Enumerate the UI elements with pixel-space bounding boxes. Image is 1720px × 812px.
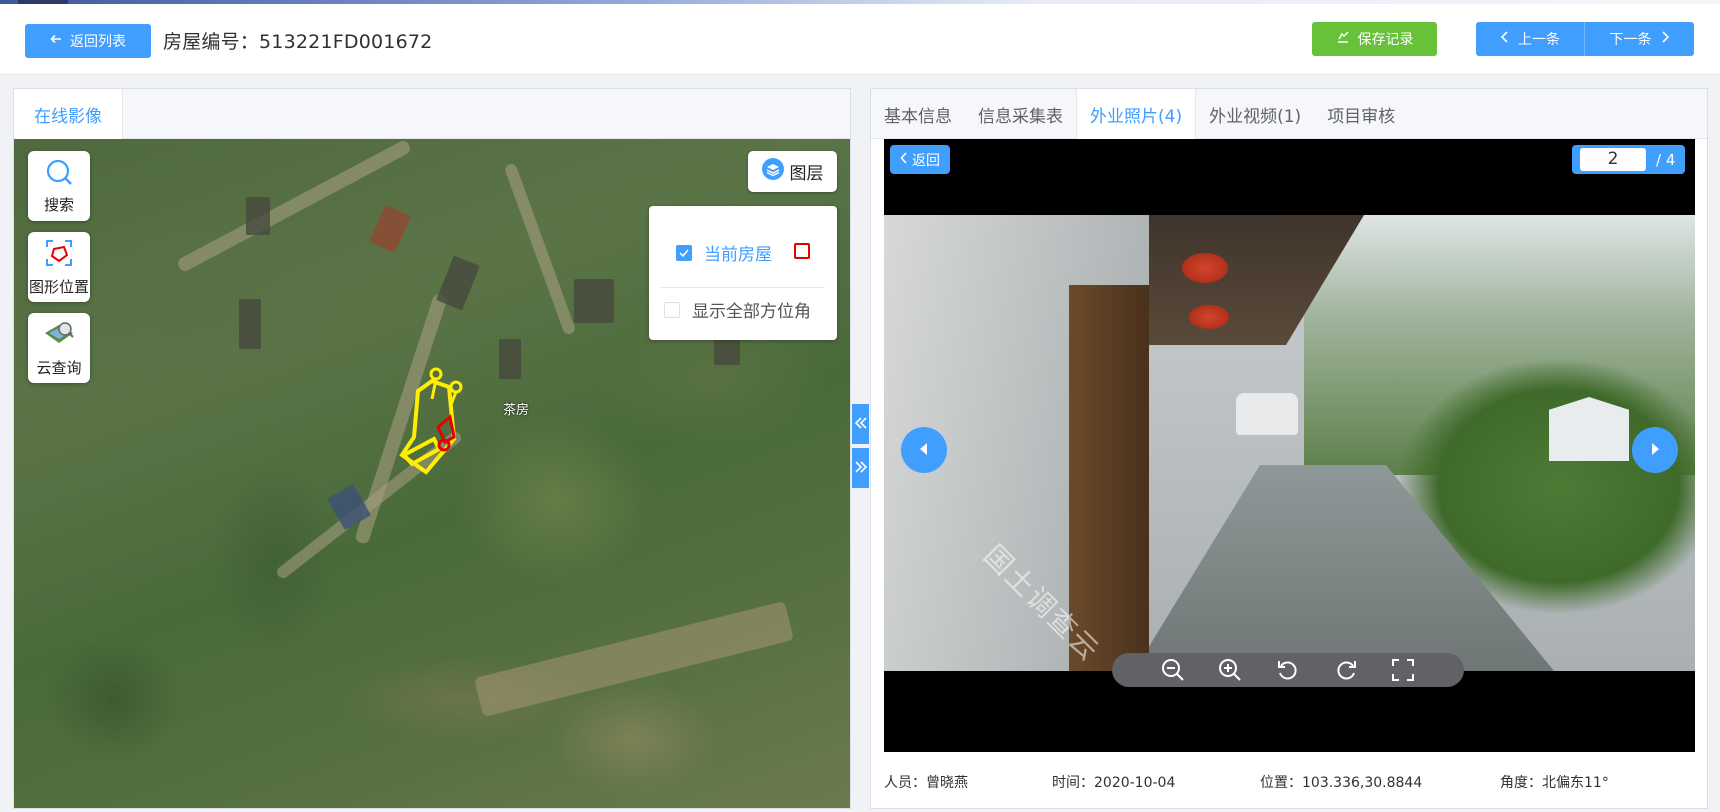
- next-photo-button[interactable]: [1632, 427, 1678, 473]
- chevron-left-icon: [1500, 31, 1510, 47]
- collapse-right-button[interactable]: [852, 448, 869, 488]
- zoom-out-icon[interactable]: [1160, 657, 1186, 683]
- page-title: 房屋编号：513221FD001672: [163, 27, 432, 54]
- chevron-right-icon: [1660, 31, 1670, 47]
- house-number-label: 房屋编号：: [163, 31, 260, 53]
- photo-time: 时间：2020-10-04: [1052, 775, 1176, 791]
- top-gradient-bar: [0, 0, 1720, 4]
- shape-location-tool-button[interactable]: 图形位置: [28, 232, 90, 302]
- next-record-label: 下一条: [1609, 32, 1652, 48]
- current-house-legend-swatch: [794, 243, 810, 259]
- image-toolbar: [1112, 653, 1464, 687]
- save-record-button[interactable]: 保存记录: [1312, 22, 1437, 56]
- shape-location-label: 图形位置: [28, 277, 89, 296]
- prev-record-button[interactable]: 上一条: [1476, 22, 1585, 56]
- tab-field-videos[interactable]: 外业视频(1): [1196, 89, 1314, 139]
- map-place-label: 茶房: [503, 403, 530, 418]
- detail-panel: 基本信息 信息采集表 外业照片(4) 外业视频(1) 项目审核 返回 2 / 4: [870, 88, 1708, 809]
- show-all-orientation-label: 显示全部方位角: [692, 302, 811, 322]
- photo-house: [1549, 397, 1629, 461]
- show-all-orientation-checkbox[interactable]: [664, 301, 680, 318]
- layers-icon: [761, 158, 784, 185]
- viewer-back-button[interactable]: 返回: [890, 145, 950, 174]
- arrow-left-icon: [50, 33, 62, 49]
- double-chevron-left-icon: [854, 415, 867, 434]
- layer-divider: [661, 287, 825, 288]
- tab-online-imagery[interactable]: 在线影像: [14, 89, 123, 139]
- layer-show-all-row[interactable]: 显示全部方位角: [664, 297, 811, 322]
- search-icon: [45, 158, 73, 190]
- caret-left-icon: [918, 441, 930, 460]
- current-house-label: 当前房屋: [704, 245, 772, 265]
- search-tool-button[interactable]: 搜索: [28, 151, 90, 221]
- chevron-left-icon: [900, 151, 908, 168]
- save-icon: [1336, 30, 1350, 48]
- photo-location: 位置：103.336,30.8844: [1260, 775, 1423, 791]
- photo-angle: 角度：北偏东11°: [1500, 775, 1609, 791]
- rotate-right-icon[interactable]: [1333, 657, 1359, 683]
- collapse-left-button[interactable]: [852, 404, 869, 444]
- prev-record-label: 上一条: [1518, 32, 1560, 48]
- back-to-list-button[interactable]: 返回列表: [25, 24, 151, 58]
- layer-current-house-row[interactable]: 当前房屋: [676, 240, 772, 265]
- tab-basic-info[interactable]: 基本信息: [871, 89, 965, 139]
- next-record-button[interactable]: 下一条: [1585, 22, 1694, 56]
- cloud-query-label: 云查询: [36, 358, 82, 377]
- layer-button[interactable]: 图层: [748, 151, 837, 192]
- caret-right-icon: [1649, 441, 1661, 460]
- house-number: 513221FD001672: [259, 31, 433, 53]
- tab-field-photos[interactable]: 外业照片(4): [1076, 89, 1197, 139]
- search-tool-label: 搜索: [43, 195, 74, 214]
- photo-person: 人员：曾晓燕: [884, 775, 968, 791]
- double-chevron-right-icon: [854, 459, 867, 478]
- tab-project-review[interactable]: 项目审核: [1314, 89, 1408, 139]
- photo-car: [1236, 393, 1298, 435]
- top-accent: [18, 0, 68, 4]
- photo-lantern: [1189, 305, 1229, 329]
- photo-info-row: 人员：曾晓燕 时间：2020-10-04 位置：103.336,30.8844 …: [884, 772, 1695, 796]
- page-number-input[interactable]: 2: [1580, 148, 1646, 171]
- cloud-query-icon: [43, 319, 75, 353]
- header: 返回列表 房屋编号：513221FD001672 保存记录 上一条 下一条: [0, 5, 1720, 75]
- zoom-in-icon[interactable]: [1217, 657, 1243, 683]
- save-record-label: 保存记录: [1357, 32, 1414, 48]
- current-house-checkbox[interactable]: [676, 244, 692, 261]
- detail-tabs: 基本信息 信息采集表 外业照片(4) 外业视频(1) 项目审核: [871, 89, 1707, 139]
- field-photo[interactable]: 国土调查云: [884, 215, 1695, 671]
- page-total: / 4: [1656, 150, 1676, 169]
- rotate-left-icon[interactable]: [1275, 657, 1301, 683]
- cloud-query-tool-button[interactable]: 云查询: [28, 313, 90, 383]
- photo-viewer: 返回 2 / 4 国土调查云: [884, 139, 1695, 752]
- photo-lantern: [1182, 253, 1228, 283]
- shape-location-icon: [44, 238, 74, 272]
- layer-button-label: 图层: [789, 164, 824, 184]
- map-panel: 在线影像 茶房 搜索 图形位置 云查询 图层 当前房屋 显示全部方位角: [13, 88, 851, 809]
- satellite-map[interactable]: 茶房 搜索 图形位置 云查询 图层 当前房屋 显示全部方位角: [14, 139, 850, 808]
- page-indicator: 2 / 4: [1572, 145, 1685, 174]
- back-to-list-label: 返回列表: [70, 34, 126, 50]
- fullscreen-icon[interactable]: [1390, 657, 1416, 683]
- viewer-back-label: 返回: [912, 152, 940, 169]
- prev-photo-button[interactable]: [901, 427, 947, 473]
- map-tabs: 在线影像: [14, 89, 850, 139]
- record-nav-group: 上一条 下一条: [1476, 22, 1695, 56]
- layer-panel: 当前房屋 显示全部方位角: [649, 206, 837, 340]
- tab-collection-form[interactable]: 信息采集表: [965, 89, 1076, 139]
